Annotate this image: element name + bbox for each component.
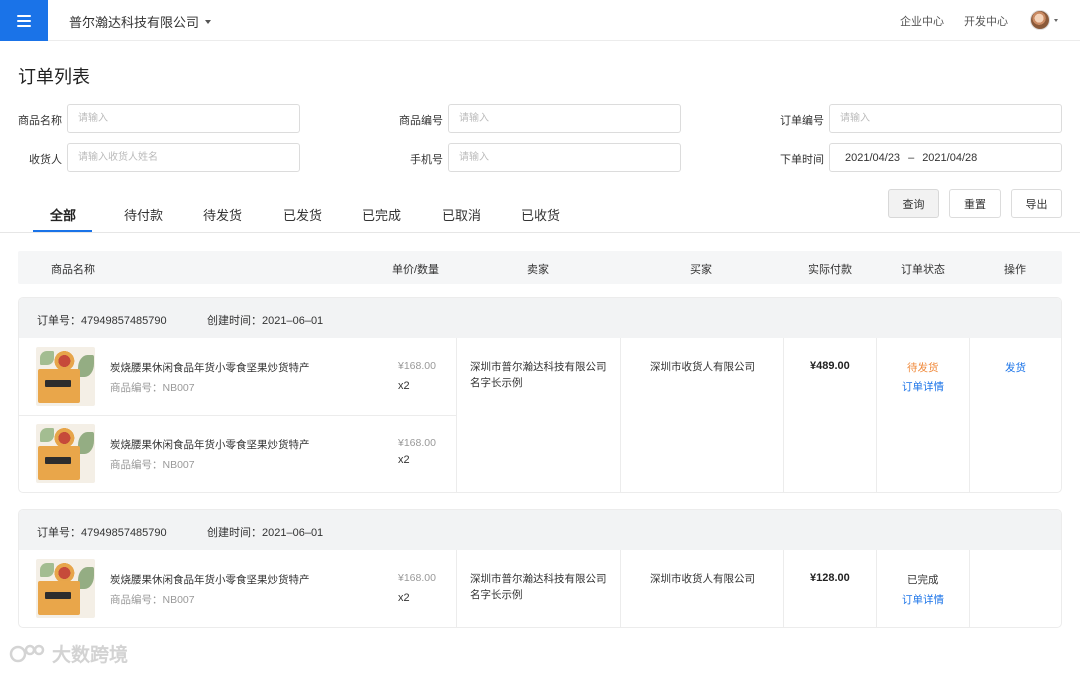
- quantity: x2: [398, 592, 410, 604]
- order-status: 待发货: [907, 362, 939, 374]
- col-price-qty: 单价/数量: [392, 264, 440, 276]
- quantity: x2: [398, 380, 410, 392]
- order-created-time: 创建时间：2021–06–01: [207, 315, 324, 327]
- product-code: 商品编号：NB007: [110, 382, 195, 394]
- order-number: 订单号：47949857485790: [37, 527, 167, 539]
- product-name[interactable]: 炭烧腰果休闲食品年货小零食坚果炒货特产: [110, 437, 310, 452]
- seller-name-line2: 名字长示例: [470, 589, 523, 601]
- watermark: 大数跨境: [8, 640, 128, 667]
- seller-name-line1: 深圳市普尔瀚达科技有限公司: [470, 361, 607, 373]
- seller-name: 深圳市普尔瀚达科技有限公司 名字长示例: [470, 359, 607, 391]
- buyer-name: 深圳市收货人有限公司: [650, 361, 755, 373]
- company-switcher[interactable]: 普尔瀚达科技有限公司: [69, 12, 212, 31]
- product-thumbnail[interactable]: [36, 559, 95, 618]
- order-detail-link[interactable]: 订单详情: [902, 592, 944, 607]
- seller-name: 深圳市普尔瀚达科技有限公司 名字长示例: [470, 571, 607, 603]
- tab-received[interactable]: 已收货: [521, 205, 560, 224]
- top-bar: 普尔瀚达科技有限公司 企业中心 开发中心: [0, 0, 1080, 41]
- order-card: 订单号：47949857485790 创建时间：2021–06–01 炭烧腰果休…: [18, 509, 1062, 628]
- product-code: 商品编号：NB007: [110, 459, 195, 471]
- column-divider: [783, 338, 784, 492]
- phone-label: 手机号: [410, 154, 443, 166]
- unit-price: ¥168.00: [398, 360, 436, 372]
- order-status: 已完成: [907, 574, 939, 586]
- hamburger-icon: [17, 14, 31, 27]
- company-name: 普尔瀚达科技有限公司: [69, 15, 200, 30]
- column-divider: [620, 338, 621, 492]
- seller-name-line1: 深圳市普尔瀚达科技有限公司: [470, 573, 607, 585]
- query-button[interactable]: 查询: [888, 189, 939, 218]
- user-menu[interactable]: [1030, 10, 1058, 30]
- caret-down-icon: [205, 20, 212, 24]
- col-seller: 卖家: [527, 264, 549, 276]
- menu-button[interactable]: [0, 0, 48, 41]
- product-code: 商品编号：NB007: [110, 594, 195, 606]
- buyer-name: 深圳市收货人有限公司: [650, 573, 755, 585]
- unit-price: ¥168.00: [398, 572, 436, 584]
- order-header: 订单号：47949857485790 创建时间：2021–06–01: [19, 298, 1061, 338]
- column-divider: [876, 338, 877, 492]
- column-divider: [876, 550, 877, 627]
- tab-pending-shipment[interactable]: 待发货: [203, 205, 242, 224]
- seller-name-line2: 名字长示例: [470, 377, 523, 389]
- col-buyer: 买家: [690, 264, 712, 276]
- col-operation: 操作: [1004, 264, 1026, 276]
- receiver-label: 收货人: [29, 154, 62, 166]
- product-thumbnail[interactable]: [36, 347, 95, 406]
- order-detail-link[interactable]: 订单详情: [902, 379, 944, 394]
- reset-button[interactable]: 重置: [949, 189, 1001, 218]
- date-start: 2021/04/23: [845, 151, 901, 164]
- column-divider: [456, 550, 457, 627]
- caret-down-icon: [1054, 18, 1058, 22]
- product-name[interactable]: 炭烧腰果休闲食品年货小零食坚果炒货特产: [110, 360, 310, 375]
- product-code-input[interactable]: [448, 104, 681, 133]
- product-name-label: 商品名称: [18, 115, 62, 127]
- receiver-input[interactable]: [67, 143, 300, 172]
- date-end: 2021/04/28: [922, 151, 978, 164]
- column-divider: [456, 338, 457, 492]
- order-no-input[interactable]: [829, 104, 1062, 133]
- order-time-label: 下单时间: [780, 154, 824, 166]
- col-product: 商品名称: [51, 264, 95, 276]
- unit-price: ¥168.00: [398, 437, 436, 449]
- column-divider: [783, 550, 784, 627]
- table-header: 商品名称 单价/数量 卖家 买家 实际付款 订单状态 操作: [18, 251, 1062, 284]
- order-number: 订单号：47949857485790: [37, 315, 167, 327]
- tab-shipped[interactable]: 已发货: [283, 205, 322, 224]
- quantity: x2: [398, 454, 410, 466]
- product-name[interactable]: 炭烧腰果休闲食品年货小零食坚果炒货特产: [110, 572, 310, 587]
- ship-button[interactable]: 发货: [1005, 360, 1026, 375]
- export-button[interactable]: 导出: [1011, 189, 1062, 218]
- tab-cancelled[interactable]: 已取消: [442, 205, 481, 224]
- nav-developer-center[interactable]: 开发中心: [964, 13, 1008, 29]
- page-title: 订单列表: [18, 67, 90, 87]
- active-tab-indicator: [33, 230, 92, 232]
- date-separator: –: [908, 151, 915, 164]
- watermark-text: 大数跨境: [52, 645, 129, 666]
- tab-all[interactable]: 全部: [50, 205, 76, 224]
- order-created-time: 创建时间：2021–06–01: [207, 527, 324, 539]
- order-no-label: 订单编号: [780, 115, 824, 127]
- column-divider: [620, 550, 621, 627]
- product-name-input[interactable]: [67, 104, 300, 133]
- col-status: 订单状态: [901, 264, 945, 276]
- paid-amount: ¥489.00: [810, 360, 850, 372]
- date-range-picker[interactable]: 2021/04/23 – 2021/04/28: [829, 143, 1062, 172]
- tab-completed[interactable]: 已完成: [362, 205, 401, 224]
- phone-input[interactable]: [448, 143, 681, 172]
- order-header: 订单号：47949857485790 创建时间：2021–06–01: [19, 510, 1061, 550]
- column-divider: [969, 550, 970, 627]
- nav-enterprise-center[interactable]: 企业中心: [900, 13, 944, 29]
- order-card: 订单号：47949857485790 创建时间：2021–06–01 炭烧腰果休…: [18, 297, 1062, 493]
- row-divider: [19, 415, 456, 416]
- column-divider: [969, 338, 970, 492]
- product-thumbnail[interactable]: [36, 424, 95, 483]
- paid-amount: ¥128.00: [810, 572, 850, 584]
- avatar: [1030, 10, 1050, 30]
- watermark-logo-icon: [9, 644, 45, 662]
- product-code-label: 商品编号: [399, 115, 443, 127]
- col-paid: 实际付款: [808, 264, 852, 276]
- tab-pending-payment[interactable]: 待付款: [124, 205, 163, 224]
